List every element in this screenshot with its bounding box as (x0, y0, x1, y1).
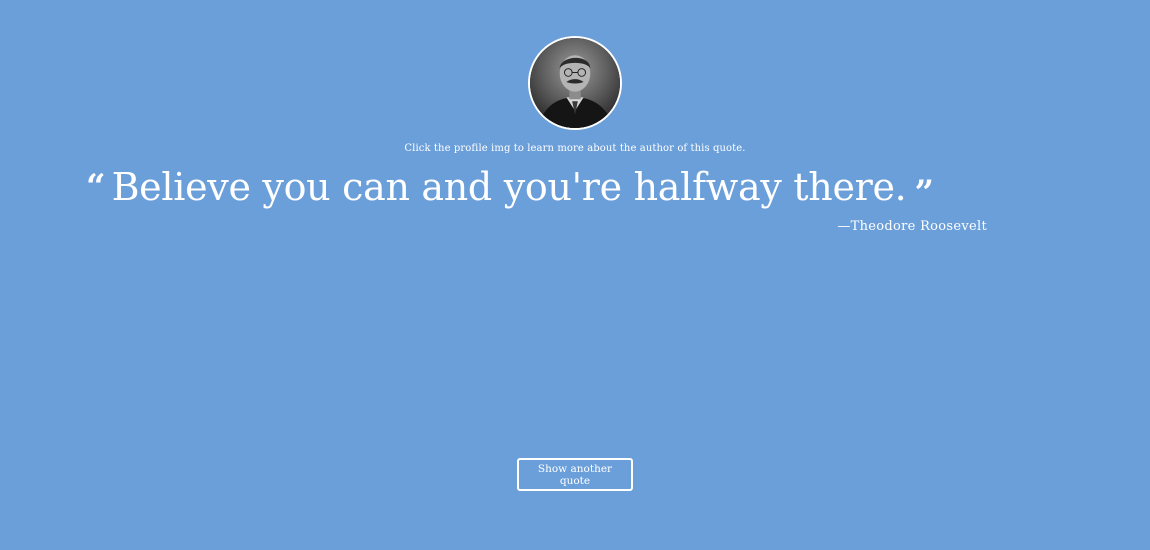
show-another-quote-button[interactable]: Show another quote (517, 458, 633, 491)
quote-author: —Theodore Roosevelt (837, 219, 987, 234)
open-quote-icon: “ (86, 167, 106, 207)
close-quote-icon: ” (914, 173, 935, 213)
author-profile-image[interactable] (528, 36, 622, 130)
quote-text: Believe you can and you're halfway there… (111, 165, 907, 209)
portrait-image (530, 38, 620, 128)
quote-block: “ Believe you can and you're halfway the… (86, 165, 935, 213)
profile-hint-text: Click the profile img to learn more abou… (404, 143, 746, 154)
